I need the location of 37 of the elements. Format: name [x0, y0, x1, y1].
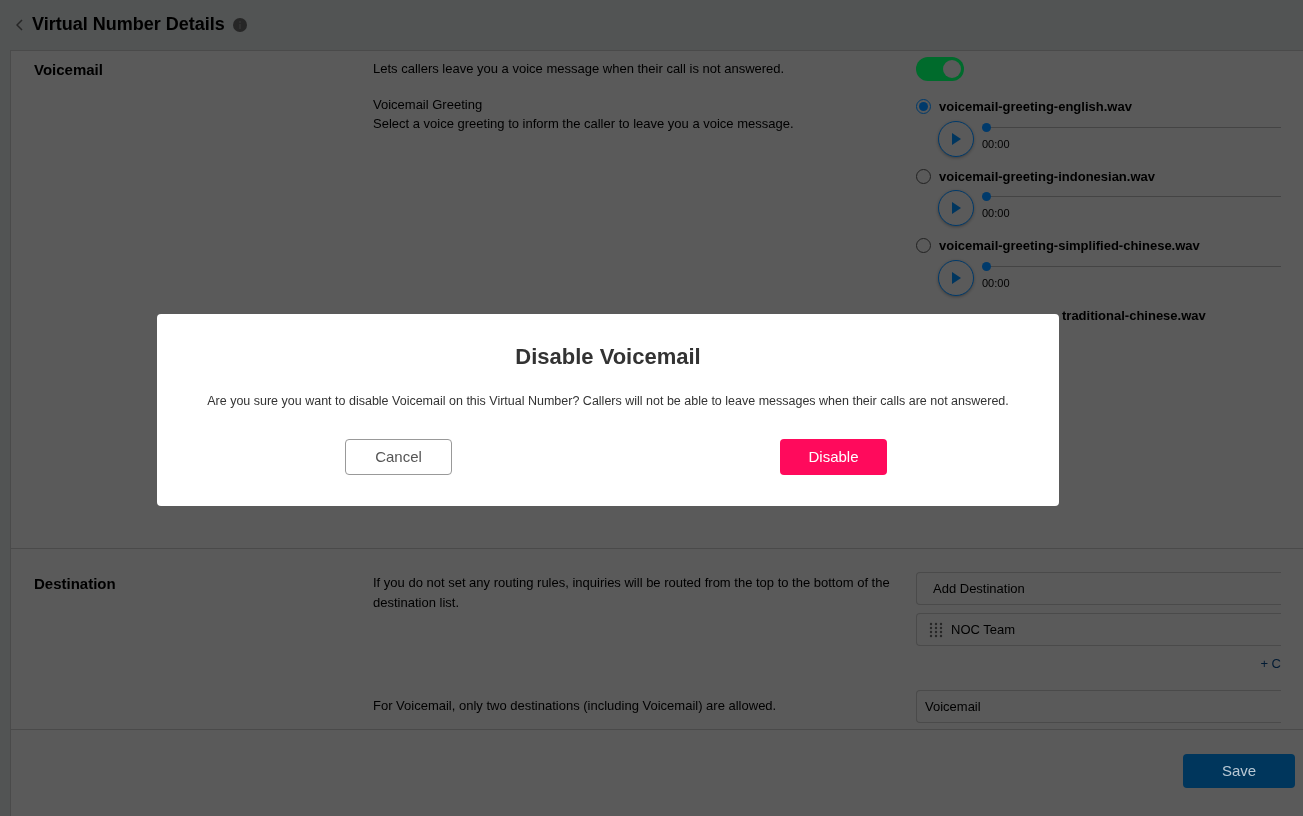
- section-title: Voicemail: [34, 61, 103, 78]
- section-description: If you do not set any routing rules, inquiries will be routed from the top to the bottom of the destination list.: [373, 574, 891, 612]
- greeting-name: traditional-chinese.wav: [1062, 307, 1206, 323]
- playback-time: 00:00: [982, 206, 1011, 221]
- progress-thumb[interactable]: [982, 192, 991, 201]
- info-icon[interactable]: [232, 18, 247, 32]
- dialog-title: Disable Voicemail: [514, 344, 702, 371]
- cancel-button[interactable]: Cancel: [345, 439, 452, 476]
- greeting-name: voicemail-greeting-english.wav: [939, 98, 1132, 116]
- greeting-name: voicemail-greeting-simplified-chinese.wav: [939, 237, 1200, 255]
- create-link[interactable]: + C: [1260, 654, 1281, 674]
- greeting-name: voicemail-greeting-indonesian.wav: [939, 167, 1155, 186]
- play-icon: [951, 132, 961, 145]
- destination-note: For Voicemail, only two destinations (including Voicemail) are allowed.: [373, 697, 778, 715]
- playback-time: 00:00: [982, 275, 1011, 291]
- playback-time: 00:00: [982, 136, 1011, 152]
- voicemail-toggle[interactable]: [916, 57, 964, 81]
- disable-button[interactable]: Disable: [780, 439, 887, 476]
- play-button[interactable]: [938, 120, 974, 157]
- back-icon[interactable]: [16, 19, 24, 31]
- destination-item[interactable]: NOC Team: [916, 613, 1281, 646]
- play-button[interactable]: [938, 259, 974, 296]
- fallback-field[interactable]: Voicemail: [916, 689, 1281, 723]
- save-button[interactable]: Save: [1183, 754, 1295, 788]
- progress-thumb[interactable]: [982, 122, 991, 132]
- greeting-title: Voicemail Greeting: [373, 95, 484, 114]
- add-destination-field[interactable]: Add Destination: [916, 572, 1281, 605]
- greeting-hint: Select a voice greeting to inform the caller to leave you a voice message.: [373, 115, 795, 133]
- section-title: Destination: [34, 575, 116, 592]
- section-description: Lets callers leave you a voice message when their call is not answered.: [373, 60, 786, 78]
- page-title: Virtual Number Details: [32, 14, 225, 36]
- play-icon: [951, 202, 961, 214]
- dialog-message: Are you sure you want to disable Voicemail on this Virtual Number? Callers will not be able to leave messages when their calls are not answered.: [207, 393, 1009, 411]
- play-button[interactable]: [938, 190, 974, 226]
- progress-thumb[interactable]: [982, 261, 991, 271]
- play-icon: [951, 271, 961, 284]
- drag-handle-icon[interactable]: [929, 621, 943, 638]
